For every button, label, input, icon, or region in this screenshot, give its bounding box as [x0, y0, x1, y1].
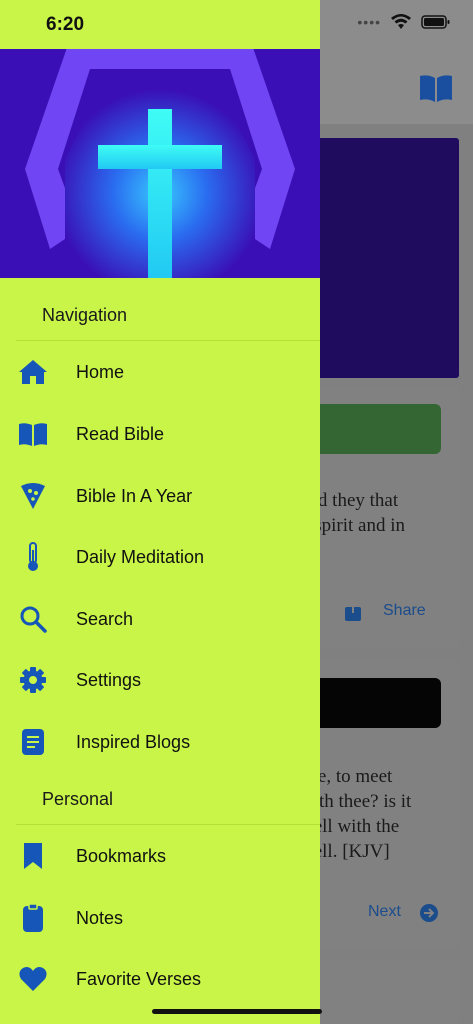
- nav-item-label: Inspired Blogs: [76, 731, 191, 752]
- search-icon: [18, 604, 48, 634]
- battery-icon: [421, 15, 450, 29]
- nav-item-label: Home: [76, 361, 125, 382]
- nav-item-favorite-verses[interactable]: Favorite Verses: [0, 951, 320, 1007]
- nav-item-label: Read Bible: [76, 423, 165, 444]
- wifi-icon: [391, 14, 411, 29]
- book-open-icon[interactable]: [418, 72, 454, 104]
- signal-icon: ••••: [357, 14, 381, 30]
- drawer-header-image: [0, 49, 320, 278]
- heart-icon: [18, 964, 48, 994]
- nav-item-notes[interactable]: Notes: [0, 890, 320, 946]
- document-icon: [18, 727, 48, 757]
- nav-item-label: Bookmarks: [76, 845, 167, 866]
- gear-icon: [18, 665, 48, 695]
- divider: [16, 824, 320, 825]
- divider: [16, 340, 320, 341]
- background-verse-1: and they that n spirit and in: [300, 490, 406, 536]
- background-verse-2: hee, to meet with thee? is it well with …: [300, 766, 412, 862]
- navigation-drawer: 6:20 Navigation Home Read Bible Bible In…: [0, 0, 320, 1024]
- background-black-button: [300, 678, 441, 728]
- share-button[interactable]: Share: [383, 602, 426, 620]
- book-open-icon: [18, 419, 48, 449]
- nav-item-settings[interactable]: Settings: [0, 652, 320, 708]
- pizza-slice-icon: [18, 481, 48, 511]
- next-button[interactable]: Next: [368, 903, 401, 921]
- nav-item-home[interactable]: Home: [0, 344, 320, 400]
- share-icon[interactable]: [344, 600, 362, 622]
- home-icon: [18, 357, 48, 387]
- section-title-personal: Personal: [42, 789, 114, 809]
- nav-item-label: Notes: [76, 907, 124, 928]
- clipboard-icon: [18, 903, 48, 933]
- background-green-button: [300, 404, 441, 454]
- thermometer-icon: [18, 542, 48, 572]
- status-icons: ••••: [357, 14, 451, 30]
- nav-item-label: Settings: [76, 669, 142, 690]
- nav-item-read-bible[interactable]: Read Bible: [0, 406, 320, 462]
- nav-item-bible-in-a-year[interactable]: Bible In A Year: [0, 468, 320, 524]
- bookmark-icon: [18, 841, 48, 871]
- cross-icon: [0, 49, 320, 278]
- nav-item-bookmarks[interactable]: Bookmarks: [0, 828, 320, 884]
- nav-item-label: Favorite Verses: [76, 968, 202, 989]
- home-indicator: [152, 1009, 322, 1014]
- status-time: 6:20: [46, 14, 85, 35]
- nav-item-search[interactable]: Search: [0, 591, 320, 647]
- nav-item-label: Bible In A Year: [76, 485, 193, 506]
- nav-item-label: Search: [76, 608, 134, 629]
- arrow-right-circle-icon[interactable]: [419, 903, 439, 923]
- nav-item-inspired-blogs[interactable]: Inspired Blogs: [0, 714, 320, 770]
- nav-item-daily-meditation[interactable]: Daily Meditation: [0, 529, 320, 585]
- nav-item-label: Daily Meditation: [76, 546, 205, 567]
- section-title-navigation: Navigation: [42, 305, 128, 325]
